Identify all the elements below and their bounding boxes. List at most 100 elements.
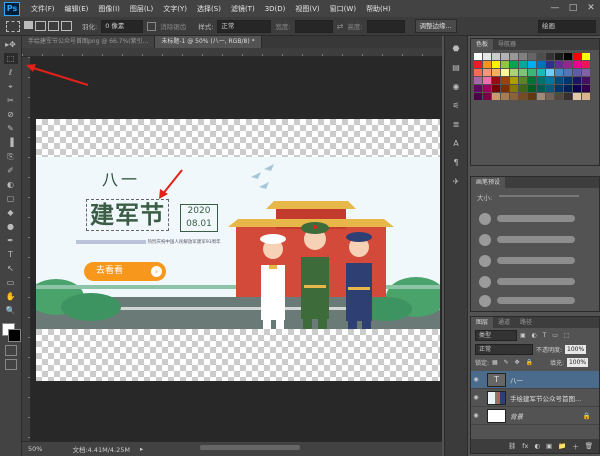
color-swatch[interactable] — [510, 61, 518, 68]
vertical-ruler[interactable] — [22, 57, 31, 441]
color-swatch[interactable] — [501, 77, 509, 84]
color-swatch[interactable] — [528, 69, 536, 76]
style-select[interactable]: 正常 — [217, 19, 272, 33]
tab-document-2[interactable]: 未标题-1 @ 50% (八一, RGB/8) * — [155, 36, 262, 48]
color-swatch[interactable] — [501, 93, 509, 100]
gradient-tool-icon[interactable]: ▢ — [4, 193, 18, 204]
history-brush-tool-icon[interactable]: ✐ — [4, 165, 18, 176]
document-canvas[interactable]: 八一 建军节 2020 08.01 热烈庆祝中国人民解放军建军93周年 去看看 … — [36, 119, 440, 381]
color-swatch[interactable] — [483, 77, 491, 84]
color-swatch[interactable] — [537, 61, 545, 68]
new-group-icon[interactable]: 📁 — [558, 442, 566, 450]
color-swatch[interactable] — [537, 53, 545, 60]
blend-mode-select[interactable]: 正常 — [475, 344, 533, 355]
brush-preset-row[interactable] — [479, 276, 584, 288]
screen-mode-icon[interactable] — [4, 359, 17, 370]
color-swatch[interactable] — [582, 61, 590, 68]
visibility-eye-icon[interactable]: ◉ — [471, 394, 481, 401]
status-menu-icon[interactable]: ▸ — [140, 445, 143, 453]
color-swatch[interactable] — [474, 69, 482, 76]
color-swatch[interactable] — [510, 69, 518, 76]
link-layers-icon[interactable]: ⛓ — [508, 442, 516, 450]
visibility-eye-icon[interactable]: ◉ — [471, 412, 481, 419]
color-swatch[interactable] — [573, 61, 581, 68]
tab-layers[interactable]: 图层 — [471, 317, 494, 328]
color-swatch[interactable] — [537, 69, 545, 76]
color-swatch[interactable] — [528, 53, 536, 60]
color-swatch[interactable] — [483, 85, 491, 92]
color-swatch[interactable] — [501, 85, 509, 92]
tab-paths[interactable]: 路径 — [515, 317, 537, 328]
color-swatch[interactable] — [474, 61, 482, 68]
brush-preset-row[interactable] — [479, 255, 584, 267]
color-swatch[interactable] — [519, 69, 527, 76]
paragraph-panel-icon[interactable]: ¶ — [450, 157, 462, 169]
maximize-button[interactable]: □ — [564, 0, 582, 17]
brush-preset-row[interactable] — [479, 213, 584, 225]
color-swatch[interactable] — [492, 93, 500, 100]
close-button[interactable]: ✕ — [582, 0, 600, 17]
color-swatch[interactable] — [555, 53, 563, 60]
color-swatch[interactable] — [564, 61, 572, 68]
filter-icons[interactable]: ▣ ◐ T ▭ ⬚ — [520, 332, 572, 339]
move-tool-icon[interactable]: ▸✥ — [4, 39, 18, 50]
color-swatch[interactable] — [483, 61, 491, 68]
refine-edge-button[interactable]: 调整边缘... — [414, 19, 457, 33]
brush-size-slider[interactable] — [499, 195, 579, 197]
menu-window[interactable]: 窗口(W) — [325, 4, 361, 14]
color-swatch[interactable] — [528, 77, 536, 84]
menu-view[interactable]: 视图(V) — [290, 4, 324, 14]
color-swatch[interactable] — [546, 85, 554, 92]
shape-tool-icon[interactable]: ▭ — [4, 277, 18, 288]
clone-stamp-tool-icon[interactable]: ⎘ — [4, 151, 18, 162]
color-swatch[interactable] — [519, 85, 527, 92]
color-swatch[interactable] — [555, 85, 563, 92]
color-swatch[interactable] — [582, 93, 590, 100]
fill-input[interactable]: 100% — [566, 358, 589, 367]
menu-help[interactable]: 帮助(H) — [361, 4, 396, 14]
color-swatch[interactable] — [573, 53, 581, 60]
layer-row[interactable]: ◉ 背景 🔒 — [471, 407, 599, 425]
crop-tool-icon[interactable]: ✂ — [4, 95, 18, 106]
color-swatch[interactable] — [564, 53, 572, 60]
quick-mask-icon[interactable] — [4, 345, 17, 356]
antialias-checkbox[interactable] — [147, 21, 157, 31]
menu-file[interactable]: 文件(F) — [26, 4, 60, 14]
color-swatch[interactable] — [555, 93, 563, 100]
color-swatch[interactable] — [573, 93, 581, 100]
dodge-tool-icon[interactable]: ● — [4, 221, 18, 232]
color-swatch[interactable] — [492, 61, 500, 68]
color-swatch[interactable] — [546, 77, 554, 84]
menu-filter[interactable]: 滤镜(T) — [226, 4, 260, 14]
tab-channels[interactable]: 通道 — [493, 317, 515, 328]
tab-navigator[interactable]: 导航器 — [493, 39, 521, 50]
width-input[interactable] — [294, 19, 333, 33]
color-swatch[interactable] — [519, 61, 527, 68]
horizontal-scrollbar[interactable] — [200, 445, 300, 450]
color-swatch[interactable] — [528, 61, 536, 68]
history-panel-icon[interactable]: ⬣ — [450, 43, 462, 55]
visibility-eye-icon[interactable]: ◉ — [471, 376, 481, 383]
title-bayi[interactable]: 八一 — [102, 166, 140, 190]
menu-3d[interactable]: 3D(D) — [260, 5, 291, 13]
color-swatch[interactable] — [483, 69, 491, 76]
lock-icons[interactable]: ▦ ✎ ✥ 🔒 — [492, 359, 535, 366]
color-swatch[interactable] — [555, 61, 563, 68]
hand-tool-icon[interactable]: ✋ — [4, 291, 18, 302]
color-swatch[interactable] — [501, 53, 509, 60]
swap-dimensions-icon[interactable]: ⇄ — [337, 22, 344, 31]
color-swatch[interactable] — [564, 85, 572, 92]
new-layer-icon[interactable]: ＋ — [572, 441, 579, 451]
tab-brush-presets[interactable]: 画笔预设 — [471, 177, 506, 188]
color-swatch[interactable] — [510, 93, 518, 100]
color-swatch[interactable] — [564, 69, 572, 76]
layer-name[interactable]: 背景 — [510, 411, 523, 421]
layer-mask-icon[interactable]: ◐ — [534, 442, 540, 450]
horizontal-ruler[interactable] — [22, 48, 442, 57]
cta-button[interactable]: 去看看 › — [84, 262, 166, 281]
color-swatch[interactable] — [510, 85, 518, 92]
color-swatch[interactable] — [501, 61, 509, 68]
blur-tool-icon[interactable]: ◆ — [4, 207, 18, 218]
color-swatch[interactable] — [474, 77, 482, 84]
color-swatch[interactable] — [573, 77, 581, 84]
